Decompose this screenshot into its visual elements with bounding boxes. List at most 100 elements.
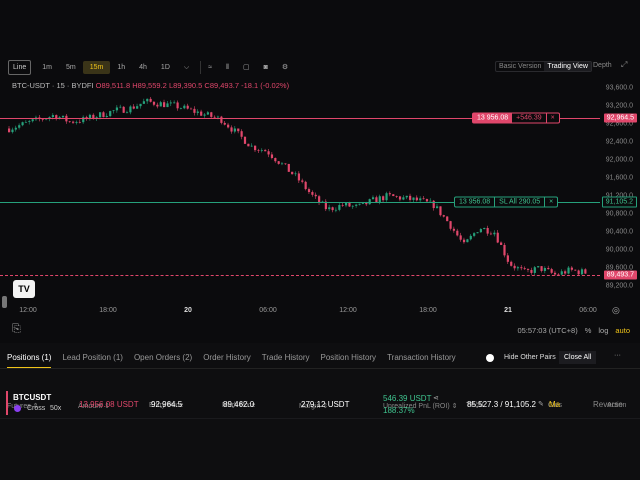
x-axis-label: 18:00: [99, 307, 117, 314]
tab-trade-history[interactable]: Trade History: [262, 353, 310, 369]
tab-order-history[interactable]: Order History: [203, 353, 251, 369]
tab-open-orders[interactable]: Open Orders (2): [134, 353, 192, 369]
entry-order-label[interactable]: 13 956.08 +546.39 ×: [472, 112, 560, 124]
candle-body: [516, 267, 520, 269]
y-axis-label: 92,400.0: [605, 138, 633, 146]
candle-body: [328, 207, 331, 210]
candle-body: [260, 150, 263, 151]
x-axis-label: 18:00: [419, 307, 437, 314]
candle-body: [291, 171, 294, 175]
tab-transaction-history[interactable]: Transaction History: [387, 353, 456, 369]
candle-body: [169, 102, 172, 104]
sl-price-tag: 91,105.2: [601, 196, 637, 208]
position-symbol[interactable]: BTCUSDT: [13, 393, 51, 402]
x-axis-label: 20: [184, 307, 192, 314]
close-position-icon[interactable]: ×: [545, 113, 559, 123]
candle-body: [230, 127, 233, 132]
tab-position-history[interactable]: Position History: [320, 353, 376, 369]
candle-body: [439, 206, 442, 216]
candle-body: [240, 131, 243, 137]
candle-body: [129, 106, 132, 113]
entry-price: 92,964.5: [151, 400, 183, 409]
candle-body: [68, 121, 71, 123]
y-axis-label: 93,600.0: [605, 84, 633, 92]
candle-body: [459, 235, 462, 240]
candle-body: [132, 106, 135, 109]
mark-price: 89,462.0: [223, 400, 255, 409]
x-axis-label: 06:00: [259, 307, 277, 314]
candle-body: [14, 127, 17, 130]
candle-body: [163, 102, 166, 108]
goto-date-icon[interactable]: ⎘: [12, 323, 21, 336]
candle-body: [422, 198, 425, 200]
candle-body: [574, 269, 577, 271]
candle-body: [287, 163, 290, 172]
candle-body: [11, 129, 14, 133]
candle-body: [419, 198, 422, 201]
candle-body: [41, 118, 44, 120]
candle-body: [179, 108, 183, 109]
hide-other-pairs-label: Hide Other Pairs: [504, 354, 556, 361]
candle-body: [385, 193, 388, 201]
entry-pnl: +546.39: [516, 114, 542, 122]
candle-body: [483, 227, 486, 230]
auto-toggle[interactable]: auto: [615, 326, 630, 335]
y-axis-label: 91,600.0: [605, 174, 633, 182]
last-price-tag: 89,493.7: [603, 270, 637, 280]
candle-body: [371, 197, 375, 200]
candle-body: [243, 136, 247, 144]
candle-body: [584, 269, 587, 274]
candle-body: [405, 195, 408, 198]
more-icon[interactable]: ···: [614, 352, 621, 359]
entry-price-tag: 92,964.5: [603, 113, 637, 123]
candle-body: [98, 112, 102, 118]
candle-body: [510, 261, 513, 266]
x-axis-label: 21: [504, 307, 512, 314]
candle-body: [237, 128, 240, 132]
hide-other-pairs-toggle[interactable]: [486, 354, 494, 362]
x-axis-label: 06:00: [579, 307, 597, 314]
short-indicator: [6, 391, 8, 415]
log-toggle[interactable]: log: [598, 326, 608, 335]
candle-body: [257, 150, 260, 151]
scroll-handle[interactable]: [2, 296, 7, 308]
reverse-button[interactable]: Reverse: [593, 400, 623, 409]
candle-body: [28, 121, 31, 123]
percent-toggle[interactable]: %: [585, 326, 592, 335]
candle-body: [496, 232, 499, 243]
candlestick-chart[interactable]: [0, 0, 640, 310]
candle-body: [409, 195, 412, 200]
time-settings-icon[interactable]: ◎: [612, 305, 620, 316]
tab-positions[interactable]: Positions (1): [7, 353, 52, 369]
tab-lead-position[interactable]: Lead Position (1): [62, 353, 122, 369]
share-icon[interactable]: ⋖: [433, 394, 439, 402]
candle-body: [301, 180, 304, 182]
candle-body: [537, 266, 540, 268]
candle-body: [580, 269, 584, 275]
candle-body: [520, 267, 523, 269]
candle-body: [183, 105, 186, 109]
candle-body: [277, 161, 280, 164]
candle-body: [345, 202, 348, 206]
candle-body: [489, 233, 493, 235]
candle-body: [530, 269, 533, 273]
candle-body: [8, 128, 11, 133]
close-all-button[interactable]: Close All: [559, 351, 597, 364]
market-close-button[interactable]: Ma: [549, 400, 560, 409]
candle-body: [348, 202, 351, 207]
candle-body: [452, 228, 456, 231]
candle-body: [136, 106, 139, 109]
candle-body: [267, 151, 270, 155]
edit-tpsl-icon[interactable]: ✎: [538, 400, 544, 408]
candle-body: [523, 268, 526, 270]
tradingview-logo: TV: [13, 280, 35, 298]
candle-body: [503, 244, 506, 256]
candle-body: [351, 205, 354, 207]
candle-body: [500, 242, 503, 245]
cancel-sl-icon[interactable]: ×: [544, 197, 557, 207]
candle-body: [109, 111, 112, 117]
sl-order-label[interactable]: 13 956.08 SL All 290.05 ×: [454, 196, 559, 208]
candle-body: [462, 239, 466, 243]
candle-body: [72, 121, 75, 123]
candle-body: [314, 194, 317, 197]
